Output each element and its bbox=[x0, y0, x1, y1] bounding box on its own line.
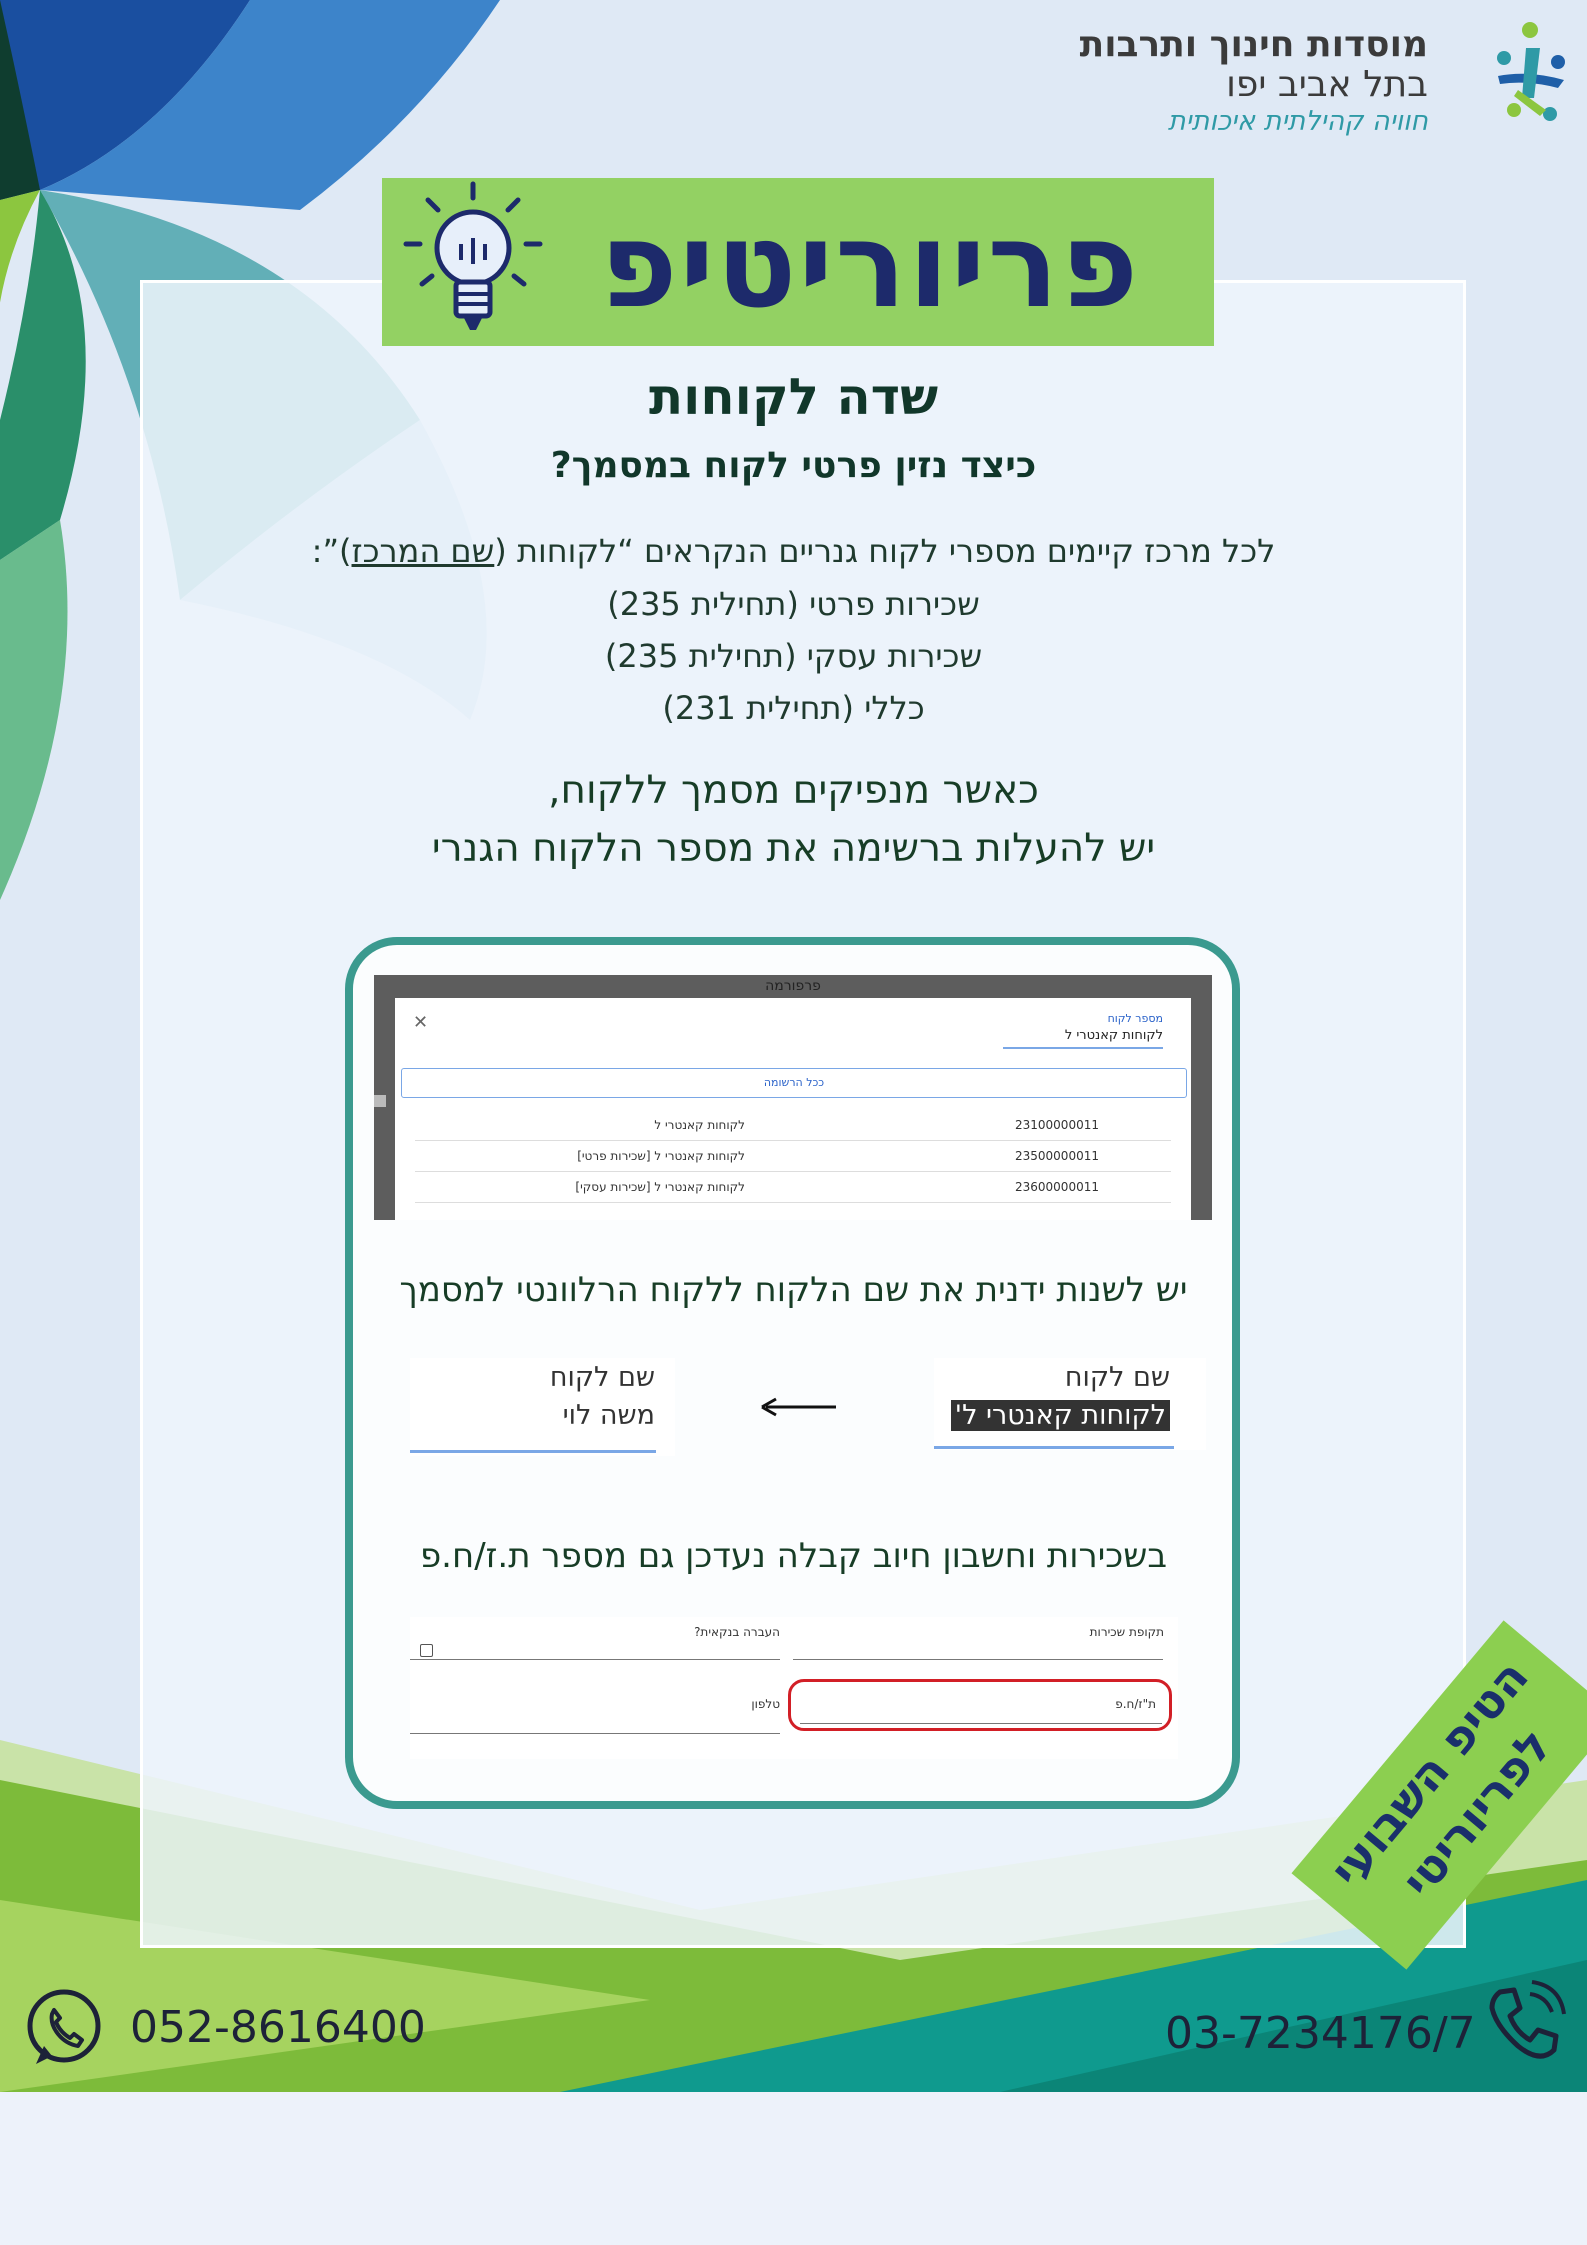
customer-list: 23100000011 לקוחות קאנטרי ל 23500000011 … bbox=[415, 1110, 1171, 1203]
customer-number-input[interactable]: לקוחות קאנטרי ל bbox=[1003, 1028, 1163, 1049]
rental-form-screenshot: תקופת שכירות העברה בנקאית? טלפון ת"ז/ח.פ bbox=[410, 1617, 1178, 1759]
customer-name: לקוחות קאנטרי ל [שכירות פרטי] bbox=[577, 1149, 745, 1163]
phone-input[interactable] bbox=[410, 1733, 780, 1734]
org-subtitle: בתל אביב יפו bbox=[1226, 64, 1428, 105]
page-subheading: כיצד נזין פרטי לקוח במסמך? bbox=[550, 445, 1037, 486]
intro-text-post: )”: bbox=[311, 532, 352, 570]
people-logo-icon bbox=[1497, 22, 1565, 121]
intro-item: כללי (תחילית 231) bbox=[662, 689, 925, 727]
list-item[interactable]: 23500000011 לקוחות קאנטרי ל [שכירות פרטי… bbox=[415, 1141, 1171, 1172]
intro-item: שכירות פרטי (תחילית 235) bbox=[607, 585, 980, 623]
org-tagline: חוויה קהילתית איכותית bbox=[1167, 106, 1428, 137]
banner-title: פריוריטיפ bbox=[599, 196, 1141, 334]
customer-number: 23500000011 bbox=[1015, 1149, 1099, 1163]
customer-name-field-before: שם לקוח לקוחות קאנטרי ל' bbox=[934, 1358, 1206, 1450]
intro-text-pre: לכל מרכז קיימים מספרי לקוח גנריים הנקראי… bbox=[494, 532, 1276, 570]
poster: מוסדות חינוך ותרבות בתל אביב יפו חוויה ק… bbox=[0, 0, 1587, 2092]
customer-dialog-screenshot: פרפורמה ✕ מספר לקוח לקוחות קאנטרי ל ככל … bbox=[374, 975, 1212, 1220]
input-underline bbox=[934, 1446, 1174, 1449]
phone-icon bbox=[1489, 1980, 1566, 2059]
org-title: מוסדות חינוך ותרבות bbox=[1079, 24, 1428, 65]
arrow-left-icon bbox=[761, 1397, 836, 1417]
customer-name-input[interactable]: לקוחות קאנטרי ל' bbox=[950, 1400, 1170, 1431]
phone-label: טלפון bbox=[751, 1697, 780, 1711]
input-underline bbox=[410, 1450, 656, 1453]
id-update-caption: בשכירות וחשבון חיוב קבלה נעדכן גם מספר ת… bbox=[419, 1536, 1168, 1576]
all-records-button[interactable]: ככל הרשומה bbox=[401, 1068, 1187, 1098]
customer-number: 23100000011 bbox=[1015, 1118, 1099, 1132]
field-label: מספר לקוח bbox=[1107, 1012, 1163, 1025]
customer-name-input[interactable]: משה לוי bbox=[563, 1400, 655, 1431]
emphasis-line: כאשר מנפיקים מסמך ללקוח, bbox=[548, 768, 1039, 813]
intro-item: שכירות עסקי (תחילית 235) bbox=[604, 637, 983, 675]
whatsapp-number: 052-8616400 bbox=[130, 2002, 426, 2053]
manual-edit-caption: יש לשנות ידנית את שם הלקוח ללקוח הרלוונט… bbox=[399, 1270, 1188, 1310]
close-icon[interactable]: ✕ bbox=[413, 1012, 428, 1033]
window-title: פרפורמה bbox=[765, 978, 821, 994]
center-name-placeholder: שם המרכז bbox=[351, 532, 495, 570]
lightbulb-icon bbox=[403, 181, 543, 330]
rental-period-label: תקופת שכירות bbox=[1089, 1625, 1164, 1639]
list-item[interactable]: 23600000011 לקוחות קאנטרי ל [שכירות עסקי… bbox=[415, 1172, 1171, 1203]
page-heading: שדה לקוחות bbox=[649, 368, 938, 426]
customer-name: לקוחות קאנטרי ל bbox=[654, 1118, 745, 1132]
customer-dialog: ✕ מספר לקוח לקוחות קאנטרי ל ככל הרשומה 2… bbox=[395, 998, 1191, 1220]
customer-number: 23600000011 bbox=[1015, 1180, 1099, 1194]
bank-transfer-checkbox[interactable] bbox=[420, 1644, 433, 1657]
id-number-input[interactable] bbox=[800, 1723, 1162, 1724]
customer-name-field-after: שם לקוח משה לוי bbox=[410, 1358, 675, 1456]
bank-transfer-label: העברה בנקאית? bbox=[694, 1625, 780, 1639]
emphasis-line: יש להעלות ברשימה את מספר הלקוח הגנרי bbox=[431, 826, 1156, 871]
field-label: שם לקוח bbox=[549, 1362, 655, 1393]
whatsapp-icon bbox=[27, 1989, 101, 2064]
customer-name: לקוחות קאנטרי ל [שכירות עסקי] bbox=[575, 1180, 745, 1194]
calendar-icon bbox=[374, 1095, 386, 1107]
id-number-label: ת"ז/ח.פ bbox=[1115, 1697, 1156, 1711]
rental-period-input[interactable] bbox=[793, 1659, 1163, 1660]
list-item[interactable]: 23100000011 לקוחות קאנטרי ל bbox=[415, 1110, 1171, 1141]
divider bbox=[410, 1659, 780, 1660]
field-label: שם לקוח bbox=[1064, 1362, 1170, 1393]
office-phone-number: 03-7234176/7 bbox=[1165, 2008, 1476, 2059]
intro-line: לכל מרכז קיימים מספרי לקוח גנריים הנקראי… bbox=[0, 532, 1587, 570]
